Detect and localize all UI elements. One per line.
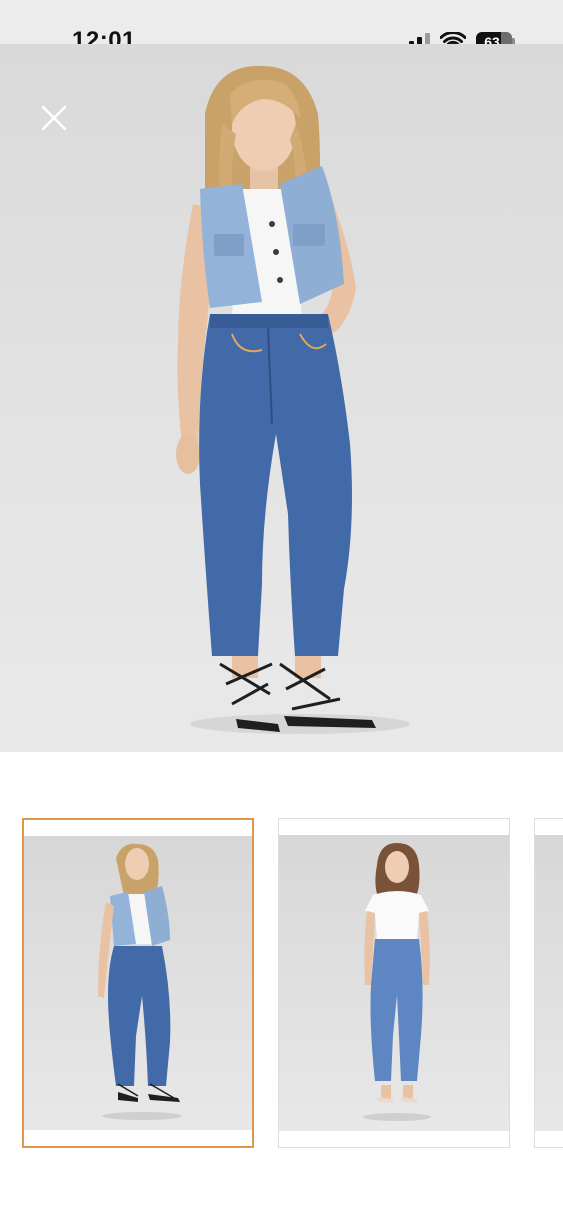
thumbnail-1[interactable]	[22, 818, 254, 1148]
status-bar: 12:01 63	[0, 0, 563, 54]
thumbnail-strip[interactable]	[0, 818, 563, 1150]
hero-product-image	[0, 44, 563, 752]
close-button[interactable]	[38, 102, 70, 134]
partial-thumbnail	[535, 835, 563, 1131]
model-denim-vest-jeans-thumbnail	[24, 836, 252, 1130]
thumbnail-2[interactable]	[278, 818, 510, 1148]
model-denim-vest-jeans-photo	[176, 65, 410, 734]
model-white-tee-jeans-thumbnail	[279, 835, 509, 1131]
close-icon	[41, 105, 67, 131]
thumbnail-3[interactable]	[534, 818, 563, 1148]
